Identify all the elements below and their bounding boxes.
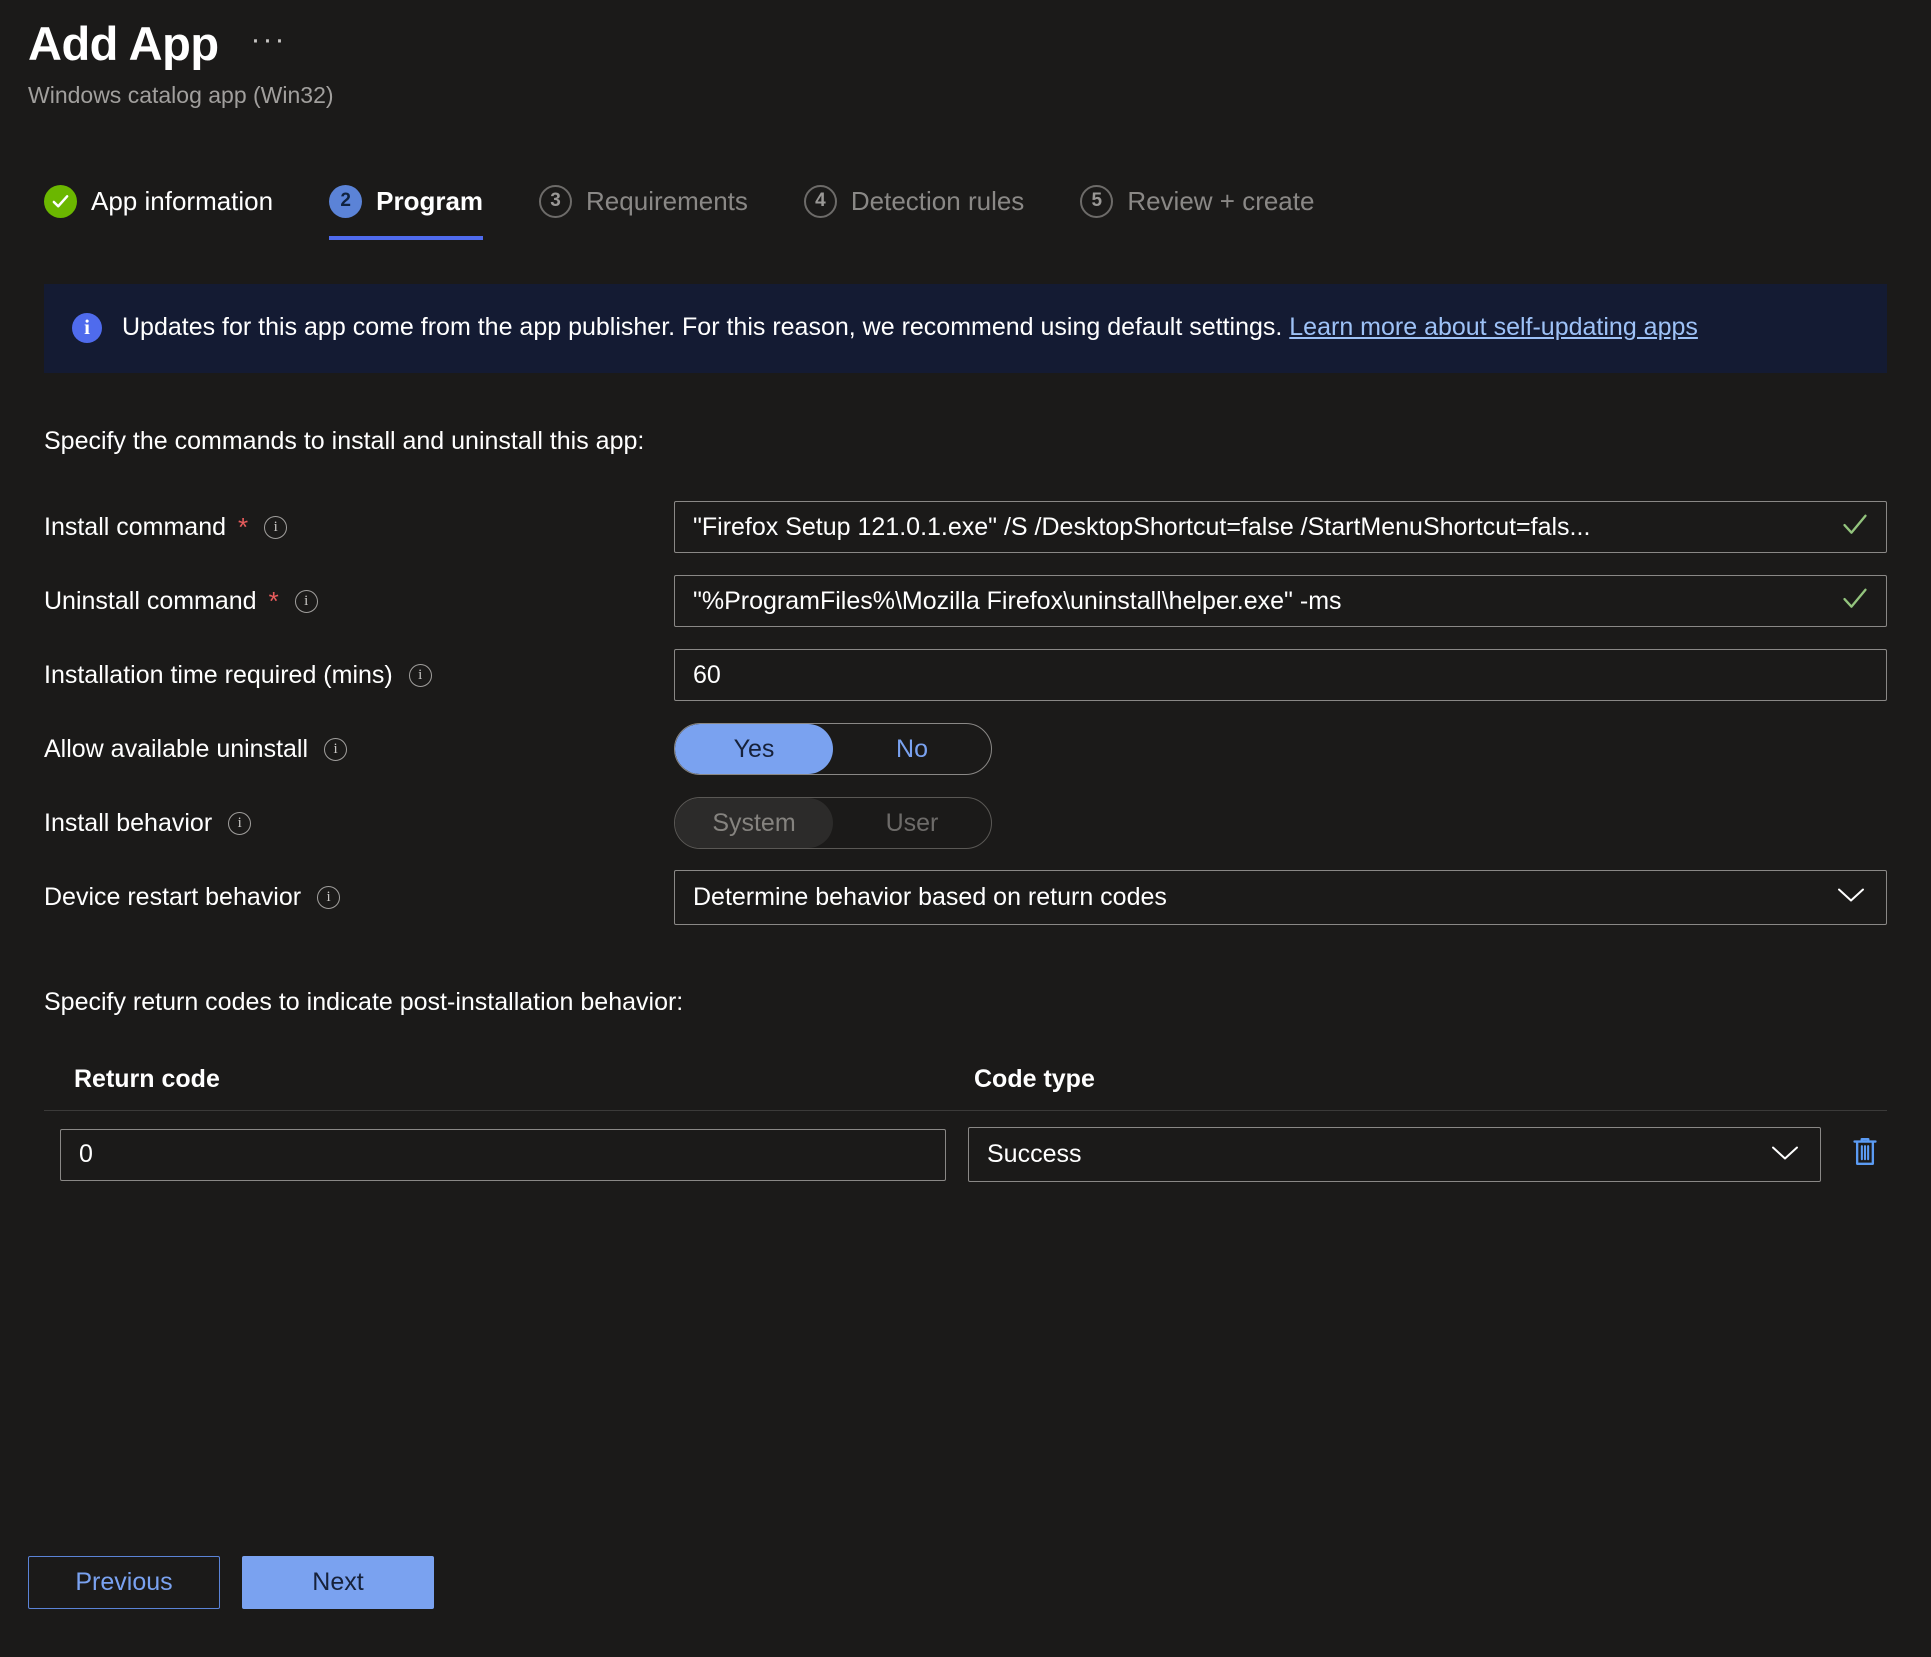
- chevron-down-icon: [1836, 883, 1866, 912]
- device-restart-behavior-value: Determine behavior based on return codes: [693, 882, 1167, 911]
- delete-return-code-button[interactable]: [1843, 1133, 1887, 1177]
- return-codes-section-heading: Specify return codes to indicate post-in…: [44, 988, 684, 1017]
- installation-time-input[interactable]: [674, 649, 1887, 702]
- info-banner-text: Updates for this app come from the app p…: [122, 310, 1698, 346]
- code-type-dropdown[interactable]: Success: [968, 1127, 1821, 1183]
- step-label: Review + create: [1127, 185, 1315, 216]
- uninstall-command-label: Uninstall command * i: [44, 587, 674, 616]
- step-review-create[interactable]: 5 Review + create: [1080, 184, 1315, 240]
- title-row: Add App ···: [28, 18, 1931, 70]
- table-row: Success: [44, 1111, 1887, 1198]
- next-button[interactable]: Next: [242, 1556, 434, 1609]
- device-restart-behavior-label: Device restart behavior i: [44, 883, 674, 912]
- page-header: Add App ··· Windows catalog app (Win32): [0, 0, 1931, 109]
- toggle-option-user: User: [885, 808, 939, 837]
- uninstall-command-row: Uninstall command * i: [0, 564, 1931, 638]
- allow-available-uninstall-label: Allow available uninstall i: [44, 735, 674, 764]
- wizard-steps: App information 2 Program 3 Requirements…: [44, 184, 1931, 240]
- trash-icon: [1849, 1135, 1881, 1174]
- code-type-cell: Success: [968, 1127, 1821, 1183]
- install-behavior-info-icon[interactable]: i: [228, 811, 252, 835]
- device-restart-behavior-info-icon[interactable]: i: [317, 885, 341, 909]
- allow-available-uninstall-row: Allow available uninstall i Yes No: [0, 712, 1931, 786]
- more-options-icon[interactable]: ···: [245, 24, 293, 63]
- step-label: Program: [376, 185, 484, 216]
- install-command-input[interactable]: [674, 501, 1887, 554]
- return-codes-table: Return code Code type Success: [44, 1065, 1887, 1198]
- device-restart-behavior-row: Device restart behavior i Determine beha…: [0, 860, 1931, 934]
- info-banner-message: Updates for this app come from the app p…: [122, 312, 1290, 341]
- check-icon: [44, 184, 77, 218]
- uninstall-command-info-icon[interactable]: i: [294, 589, 318, 613]
- install-command-label-text: Install command: [44, 512, 227, 541]
- chevron-down-icon: [1770, 1140, 1800, 1169]
- device-restart-behavior-dropdown[interactable]: Determine behavior based on return codes: [674, 869, 1887, 925]
- install-behavior-row: Install behavior i System User: [0, 786, 1931, 860]
- column-header-return-code: Return code: [74, 1065, 220, 1094]
- allow-available-uninstall-toggle[interactable]: Yes No: [674, 723, 992, 776]
- commands-section-heading: Specify the commands to install and unin…: [44, 427, 645, 456]
- toggle-option-yes[interactable]: Yes: [675, 724, 833, 775]
- required-asterisk: *: [268, 586, 279, 617]
- page-title: Add App: [28, 17, 219, 70]
- step-number-badge: 5: [1080, 184, 1114, 218]
- required-asterisk: *: [238, 512, 249, 543]
- step-label: App information: [91, 185, 274, 216]
- allow-available-uninstall-label-text: Allow available uninstall: [44, 734, 309, 763]
- return-code-cell: [60, 1128, 946, 1181]
- installation-time-field: [674, 649, 1931, 702]
- step-number-badge: 2: [329, 184, 363, 218]
- install-behavior-toggle: System User: [674, 797, 992, 850]
- add-app-wizard-page: Add App ··· Windows catalog app (Win32) …: [0, 0, 1931, 1657]
- code-type-value: Success: [987, 1140, 1082, 1169]
- installation-time-label-text: Installation time required (mins): [44, 660, 393, 689]
- step-program[interactable]: 2 Program: [329, 184, 484, 240]
- install-command-field: [674, 501, 1931, 554]
- info-banner: i Updates for this app come from the app…: [44, 283, 1887, 374]
- allow-available-uninstall-info-icon[interactable]: i: [324, 737, 348, 761]
- installation-time-info-icon[interactable]: i: [408, 663, 432, 687]
- return-codes-table-header: Return code Code type: [44, 1065, 1887, 1110]
- step-label: Requirements: [586, 185, 748, 216]
- program-form: Install command * i Uninstall command * …: [0, 490, 1931, 934]
- toggle-option-system: System: [675, 798, 833, 849]
- wizard-footer: Previous Next: [28, 1556, 434, 1609]
- install-behavior-label: Install behavior i: [44, 809, 674, 838]
- step-requirements[interactable]: 3 Requirements: [539, 184, 748, 240]
- install-command-label: Install command * i: [44, 513, 674, 542]
- page-subtitle: Windows catalog app (Win32): [28, 81, 334, 108]
- step-detection-rules[interactable]: 4 Detection rules: [803, 184, 1025, 240]
- installation-time-label: Installation time required (mins) i: [44, 661, 674, 690]
- step-app-information[interactable]: App information: [44, 184, 274, 240]
- previous-button[interactable]: Previous: [28, 1556, 220, 1609]
- step-number-badge: 3: [539, 184, 573, 218]
- step-number-badge: 4: [803, 184, 837, 218]
- uninstall-command-field: [674, 575, 1931, 628]
- learn-more-link[interactable]: Learn more about self-updating apps: [1289, 313, 1698, 341]
- column-header-code-type: Code type: [974, 1065, 1095, 1094]
- return-code-input[interactable]: [60, 1128, 946, 1181]
- install-command-info-icon[interactable]: i: [264, 515, 288, 539]
- device-restart-behavior-label-text: Device restart behavior: [44, 882, 302, 911]
- step-label: Detection rules: [850, 185, 1025, 216]
- install-behavior-field: System User: [674, 797, 1931, 850]
- uninstall-command-input[interactable]: [674, 575, 1887, 628]
- uninstall-command-label-text: Uninstall command: [44, 586, 257, 615]
- install-command-row: Install command * i: [0, 490, 1931, 564]
- info-icon: i: [72, 312, 102, 343]
- toggle-option-no[interactable]: No: [833, 724, 991, 774]
- install-behavior-label-text: Install behavior: [44, 808, 213, 837]
- device-restart-behavior-field: Determine behavior based on return codes: [674, 869, 1931, 925]
- allow-available-uninstall-field: Yes No: [674, 723, 1931, 776]
- installation-time-row: Installation time required (mins) i: [0, 638, 1931, 712]
